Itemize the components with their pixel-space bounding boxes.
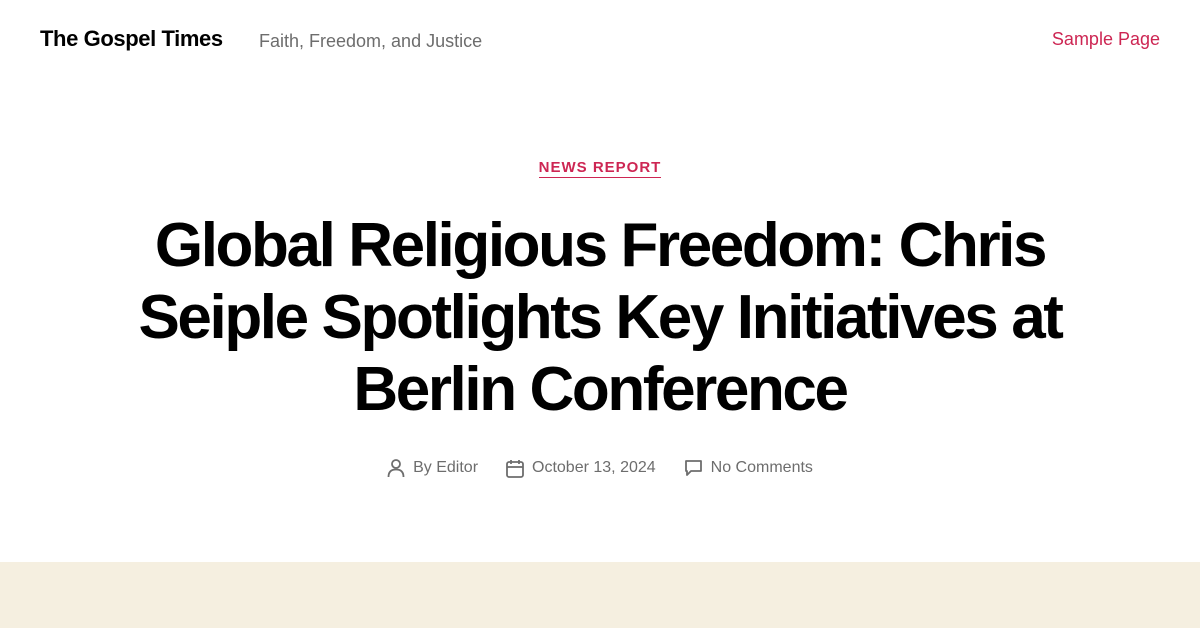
entry-title: Global Religious Freedom: Chris Seiple S… — [138, 211, 1063, 424]
page: The Gospel Times Faith, Freedom, and Jus… — [0, 0, 1200, 628]
author-text: By Editor — [413, 459, 478, 477]
post-date-link[interactable]: October 13, 2024 — [532, 459, 656, 477]
meta-author: By Editor — [387, 458, 478, 478]
featured-media-band — [0, 562, 1200, 628]
author-prefix: By — [413, 459, 432, 476]
comment-icon — [684, 459, 703, 477]
calendar-icon — [506, 459, 524, 478]
category-link[interactable]: NEWS REPORT — [538, 159, 662, 178]
entry-header: NEWS REPORT Global Religious Freedom: Ch… — [0, 0, 1200, 562]
meta-comments: No Comments — [684, 459, 813, 477]
user-icon — [387, 458, 405, 478]
meta-date: October 13, 2024 — [506, 459, 656, 478]
post-meta: By Editor October 13, 2024 No Comments — [0, 458, 1200, 478]
comments-link[interactable]: No Comments — [711, 459, 813, 477]
author-link[interactable]: Editor — [436, 459, 478, 476]
category-container: NEWS REPORT — [0, 159, 1200, 178]
